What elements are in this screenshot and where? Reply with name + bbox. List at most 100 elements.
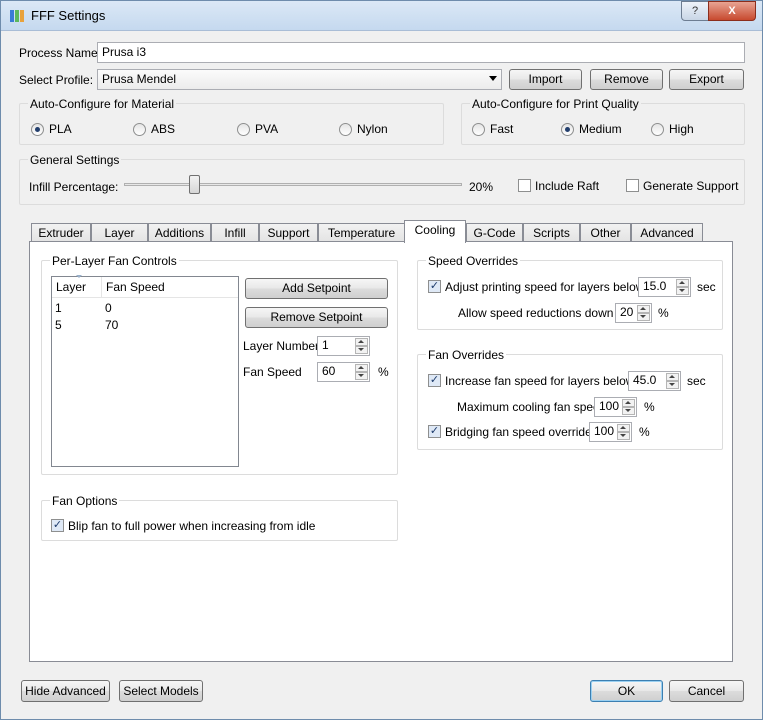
increase-fan-spinbox[interactable]: 45.0 [628,371,681,391]
radio-high-label: High [669,122,694,136]
bridging-fan-checkbox[interactable]: ✓ [428,425,441,438]
max-cooling-value: 100 [599,399,620,413]
radio-medium[interactable] [561,123,574,136]
spin-down-icon[interactable] [666,381,679,389]
adjust-speed-spinbox[interactable]: 15.0 [638,277,691,297]
spin-up-icon[interactable] [666,373,679,381]
fff-settings-window: FFF Settings ? X Process Name: Prusa i3 … [0,0,763,720]
max-cooling-spin-buttons[interactable] [622,399,635,415]
fan-speed-unit: % [378,365,389,379]
adjust-speed-spin-buttons[interactable] [676,279,689,295]
layer-number-spin-buttons[interactable] [355,338,368,354]
fan-overrides-group: Fan Overrides ✓ Increase fan speed for l… [417,348,723,450]
speed-overrides-group: Speed Overrides ✓ Adjust printing speed … [417,254,723,330]
table-header: Layer Fan Speed [52,275,238,298]
blip-fan-checkbox[interactable]: ✓ [51,519,64,532]
cell-layer: 1 [55,301,62,315]
tab-additions[interactable]: Additions [148,223,211,242]
table-row[interactable]: 5 70 [52,318,238,334]
bridging-fan-spinbox[interactable]: 100 [589,422,632,442]
spin-down-icon[interactable] [617,432,630,440]
spin-up-icon[interactable] [355,364,368,372]
table-row[interactable]: 1 0 [52,301,238,317]
radio-abs-label: ABS [151,122,176,136]
help-button[interactable]: ? [681,1,709,21]
fan-speed-value: 60 [322,364,336,378]
tab-support[interactable]: Support [259,223,318,242]
fan-setpoint-table[interactable]: Layer Fan Speed 1 0 5 70 [51,275,239,467]
infill-slider-handle[interactable] [189,175,201,194]
material-group: Auto-Configure for Material PLA ABS PVA … [19,97,444,145]
select-profile-label: Select Profile: [19,73,94,87]
spin-down-icon[interactable] [355,372,368,380]
spin-up-icon[interactable] [622,399,635,407]
radio-nylon[interactable] [339,123,352,136]
cancel-button[interactable]: Cancel [669,680,744,702]
select-models-button[interactable]: Select Models [119,680,203,702]
max-cooling-label: Maximum cooling fan speed [457,400,607,414]
radio-pla[interactable] [31,123,44,136]
adjust-speed-label: Adjust printing speed for layers below [445,280,645,294]
increase-fan-checkbox[interactable]: ✓ [428,374,441,387]
layer-number-spinbox[interactable]: 1 [317,336,370,356]
tab-advanced[interactable]: Advanced [631,223,703,242]
adjust-speed-unit: sec [697,280,716,294]
column-divider [101,277,102,298]
radio-fast[interactable] [472,123,485,136]
increase-fan-label: Increase fan speed for layers below [445,374,635,388]
hide-advanced-button[interactable]: Hide Advanced [21,680,110,702]
include-raft-checkbox[interactable] [518,179,531,192]
fan-overrides-title: Fan Overrides [426,348,507,362]
column-header-layer[interactable]: Layer [56,280,86,294]
title-bar[interactable]: FFF Settings ? X [1,1,762,31]
fan-speed-spinbox[interactable]: 60 [317,362,370,382]
tab-layer[interactable]: Layer [91,223,148,242]
import-button[interactable]: Import [509,69,582,90]
spin-up-icon[interactable] [355,338,368,346]
profile-select[interactable]: Prusa Mendel [97,69,502,90]
close-button[interactable]: X [708,1,756,21]
ok-button[interactable]: OK [590,680,663,702]
adjust-speed-value: 15.0 [643,279,667,293]
tab-temperature[interactable]: Temperature [318,223,405,242]
tab-cooling[interactable]: Cooling [404,220,466,243]
infill-value: 20% [469,180,494,194]
bridging-fan-spin-buttons[interactable] [617,424,630,440]
max-cooling-spinbox[interactable]: 100 [594,397,637,417]
bridging-fan-unit: % [639,425,650,439]
radio-abs[interactable] [133,123,146,136]
remove-setpoint-button[interactable]: Remove Setpoint [245,307,388,328]
radio-high[interactable] [651,123,664,136]
tab-extruder[interactable]: Extruder [31,223,91,242]
spin-up-icon[interactable] [637,305,650,313]
radio-pva[interactable] [237,123,250,136]
spin-down-icon[interactable] [676,287,689,295]
tab-gcode[interactable]: G-Code [466,223,523,242]
tab-infill[interactable]: Infill [211,223,259,242]
export-button[interactable]: Export [669,69,744,90]
material-group-title: Auto-Configure for Material [28,97,177,111]
increase-fan-spin-buttons[interactable] [666,373,679,389]
allow-reduction-spin-buttons[interactable] [637,305,650,321]
allow-reduction-label: Allow speed reductions down to [458,306,627,320]
spin-up-icon[interactable] [676,279,689,287]
fan-speed-label: Fan Speed [243,365,302,379]
remove-profile-button[interactable]: Remove [590,69,663,90]
process-name-input[interactable]: Prusa i3 [97,42,745,63]
spin-down-icon[interactable] [637,313,650,321]
adjust-speed-checkbox[interactable]: ✓ [428,280,441,293]
generate-support-label: Generate Support [643,179,739,193]
fan-speed-spin-buttons[interactable] [355,364,368,380]
allow-reduction-value: 20 [620,305,634,319]
spin-down-icon[interactable] [622,407,635,415]
spin-down-icon[interactable] [355,346,368,354]
generate-support-checkbox[interactable] [626,179,639,192]
tab-scripts[interactable]: Scripts [523,223,580,242]
infill-slider-track[interactable] [124,183,462,186]
allow-reduction-spinbox[interactable]: 20 [615,303,652,323]
tab-other[interactable]: Other [580,223,631,242]
spin-up-icon[interactable] [617,424,630,432]
include-raft-label: Include Raft [535,179,600,193]
add-setpoint-button[interactable]: Add Setpoint [245,278,388,299]
column-header-fan-speed[interactable]: Fan Speed [106,280,165,294]
